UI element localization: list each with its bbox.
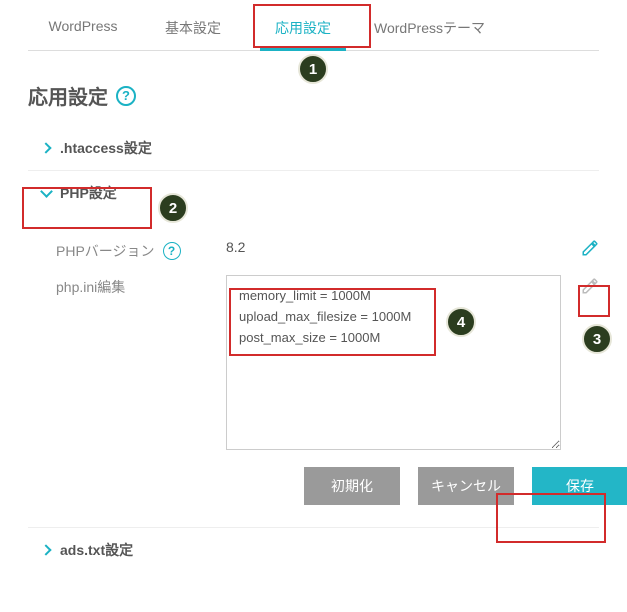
php-version-label: PHPバージョン xyxy=(56,241,155,261)
pencil-icon[interactable] xyxy=(579,275,601,297)
chevron-down-icon xyxy=(32,190,60,196)
tabs: WordPress 基本設定 応用設定 WordPressテーマ xyxy=(28,4,599,51)
php-ini-textarea[interactable] xyxy=(226,275,561,450)
cancel-button[interactable]: キャンセル xyxy=(418,467,514,505)
accordion-htaccess[interactable]: .htaccess設定 xyxy=(28,126,599,170)
tab-basic-settings[interactable]: 基本設定 xyxy=(138,4,248,50)
help-icon[interactable]: ? xyxy=(163,242,181,260)
chevron-right-icon xyxy=(32,144,60,152)
tab-wordpress[interactable]: WordPress xyxy=(28,4,138,50)
accordion-htaccess-title: .htaccess設定 xyxy=(60,138,152,158)
chevron-right-icon xyxy=(32,546,60,554)
accordion-php[interactable]: PHP設定 xyxy=(28,170,599,215)
php-version-value: 8.2 xyxy=(226,239,245,255)
save-button[interactable]: 保存 xyxy=(532,467,627,505)
reset-button[interactable]: 初期化 xyxy=(304,467,400,505)
accordion-adstxt[interactable]: ads.txt設定 xyxy=(28,527,599,572)
tab-wordpress-theme[interactable]: WordPressテーマ xyxy=(358,4,501,50)
php-ini-label: php.ini編集 xyxy=(56,277,125,297)
accordion-php-title: PHP設定 xyxy=(60,183,117,203)
page-title: 応用設定 xyxy=(28,81,108,110)
accordion-adstxt-title: ads.txt設定 xyxy=(60,540,133,560)
help-icon[interactable]: ? xyxy=(116,86,136,106)
php-section-body: PHPバージョン ? 8.2 php.ini編集 xyxy=(28,215,599,505)
pencil-icon[interactable] xyxy=(579,237,601,259)
tab-advanced-settings[interactable]: 応用設定 xyxy=(248,4,358,50)
